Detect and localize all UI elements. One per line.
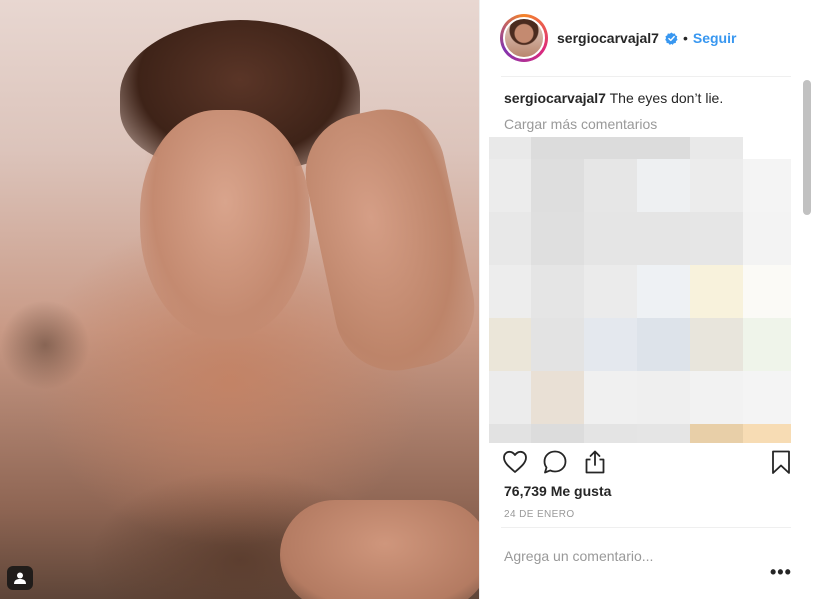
pixel-cell: [531, 159, 584, 212]
pixel-cell: [584, 265, 637, 318]
likes-count[interactable]: 76,739 Me gusta: [504, 483, 611, 499]
pixel-cell: [743, 424, 791, 443]
pixel-cell: [743, 137, 791, 159]
pixel-cell: [584, 371, 637, 424]
add-comment-input[interactable]: [504, 548, 764, 564]
pixel-cell: [489, 318, 531, 371]
pixel-cell: [531, 265, 584, 318]
pixel-cell: [584, 424, 637, 443]
pixel-cell: [584, 159, 637, 212]
pixel-cell: [637, 265, 690, 318]
pixel-cell: [637, 159, 690, 212]
pixel-cell: [637, 424, 690, 443]
pixel-cell: [531, 424, 584, 443]
avatar-story-ring[interactable]: [500, 14, 548, 62]
pixel-cell: [531, 318, 584, 371]
pixel-cell: [531, 371, 584, 424]
pixel-cell: [637, 212, 690, 265]
load-more-comments-button[interactable]: Cargar más comentarios: [504, 116, 657, 132]
pixel-cell: [690, 159, 743, 212]
user-tag-icon: [14, 572, 26, 584]
pixelated-comments-area: [489, 137, 791, 443]
comments-scrollbar[interactable]: [803, 80, 811, 215]
photo-face: [140, 110, 310, 340]
pixel-cell: [584, 137, 637, 159]
pixel-cell: [489, 212, 531, 265]
verified-badge-icon: [665, 31, 678, 45]
caption-text: The eyes don’t lie.: [609, 90, 724, 106]
separator-dot: •: [682, 30, 688, 46]
avatar: [503, 17, 545, 59]
bookmark-icon[interactable]: [768, 449, 794, 475]
follow-button[interactable]: Seguir: [693, 30, 737, 46]
heart-icon[interactable]: [502, 449, 528, 475]
more-options-button[interactable]: •••: [770, 562, 792, 583]
pixel-cell: [489, 424, 531, 443]
photo-sand: [0, 300, 90, 390]
pixel-cell: [489, 371, 531, 424]
pixel-cell: [637, 137, 690, 159]
pixel-cell: [584, 212, 637, 265]
share-upload-icon[interactable]: [582, 449, 608, 475]
photo-arm: [294, 98, 479, 382]
pixel-cell: [743, 371, 791, 424]
pixel-cell: [637, 371, 690, 424]
pixel-cell: [531, 137, 584, 159]
pixel-cell: [690, 265, 743, 318]
speech-bubble-icon[interactable]: [542, 449, 568, 475]
header-divider: [501, 76, 791, 77]
caption-username[interactable]: sergiocarvajal7: [504, 90, 606, 106]
comment-divider: [501, 527, 791, 528]
pixel-cell: [489, 137, 531, 159]
pixel-cell: [690, 137, 743, 159]
pixel-cell: [743, 265, 791, 318]
pixel-cell: [743, 318, 791, 371]
pixel-cell: [690, 318, 743, 371]
photo-hand: [280, 500, 479, 599]
pixel-cell: [743, 159, 791, 212]
pixel-cell: [690, 212, 743, 265]
pixel-cell: [584, 318, 637, 371]
post-caption: sergiocarvajal7 The eyes don’t lie.: [504, 90, 794, 106]
pixel-cell: [531, 212, 584, 265]
user-tag-button[interactable]: [7, 566, 33, 590]
username-link[interactable]: sergiocarvajal7: [557, 30, 659, 46]
post-actions-bar: [502, 449, 794, 477]
post-side-panel: sergiocarvajal7 • Seguir sergiocarvajal7…: [479, 0, 814, 599]
post-header: sergiocarvajal7 • Seguir: [500, 14, 800, 62]
post-photo[interactable]: [0, 0, 479, 599]
pixel-cell: [637, 318, 690, 371]
pixel-cell: [690, 371, 743, 424]
pixel-cell: [743, 212, 791, 265]
pixel-cell: [489, 265, 531, 318]
post-date[interactable]: 24 DE ENERO: [504, 509, 575, 520]
pixel-cell: [489, 159, 531, 212]
pixel-cell: [690, 424, 743, 443]
